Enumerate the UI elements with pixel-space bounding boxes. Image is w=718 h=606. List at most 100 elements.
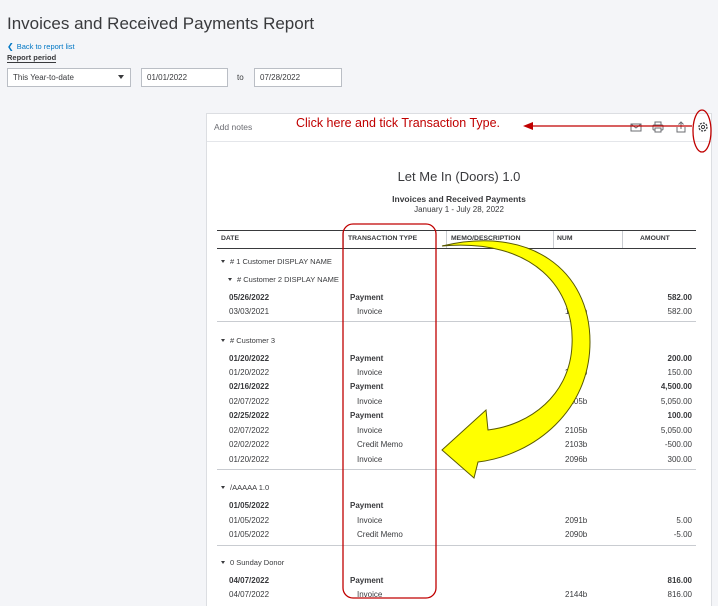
table-row[interactable]: 02/07/2022 Invoice 2105b 5,050.00 — [217, 395, 696, 409]
cell-type[interactable]: Payment — [350, 411, 383, 420]
customer-name: # Customer 2 DISPLAY NAME — [237, 275, 339, 284]
customer-group-header[interactable]: # 1 Customer DISPLAY NAME — [221, 257, 332, 266]
table-row[interactable]: 02/07/2022 Invoice 2105b 5,050.00 — [217, 424, 696, 438]
cell-amount[interactable]: 5,050.00 — [661, 397, 692, 406]
table-row[interactable]: 04/07/2022 Payment 816.00 — [217, 574, 696, 588]
gear-icon[interactable] — [696, 120, 710, 134]
cell-type[interactable]: Payment — [350, 576, 383, 585]
chevron-left-icon: ❮ — [7, 42, 14, 51]
cell-type[interactable]: Invoice — [357, 426, 382, 435]
cell-type[interactable]: Invoice — [357, 368, 382, 377]
table-row[interactable]: 04/07/2022 Invoice 2144b 816.00 — [217, 588, 696, 602]
table-row[interactable]: 01/05/2022 Payment — [217, 499, 696, 513]
cell-amount[interactable]: 582.00 — [668, 307, 692, 316]
cell-amount[interactable]: -5.00 — [674, 530, 692, 539]
table-row[interactable]: 05/26/2022 Payment 582.00 — [217, 291, 696, 305]
cell-num: 2091b — [565, 516, 588, 525]
cell-date[interactable]: 04/07/2022 — [229, 576, 269, 585]
cell-type[interactable]: Credit Memo — [357, 440, 403, 449]
column-header-amount[interactable]: AMOUNT — [640, 235, 670, 242]
customer-group-header[interactable]: 0 Sunday Donor — [221, 558, 284, 567]
cell-date[interactable]: 02/25/2022 — [229, 411, 269, 420]
callout-text: Click here and tick Transaction Type. — [296, 116, 501, 130]
report-date-range: January 1 - July 28, 2022 — [414, 205, 504, 214]
cell-date[interactable]: 02/07/2022 — [229, 426, 269, 435]
cell-date[interactable]: 02/07/2022 — [229, 397, 269, 406]
cell-amount[interactable]: 150.00 — [668, 368, 692, 377]
cell-type[interactable]: Payment — [350, 501, 383, 510]
report-name: Invoices and Received Payments — [392, 194, 526, 204]
cell-type[interactable]: Invoice — [357, 516, 382, 525]
cell-date[interactable]: 02/16/2022 — [229, 382, 269, 391]
export-icon[interactable] — [674, 120, 688, 134]
company-name: Let Me In (Doors) 1.0 — [397, 169, 521, 184]
back-link-label[interactable]: Back to report list — [17, 42, 75, 51]
customer-name: # 1 Customer DISPLAY NAME — [230, 257, 332, 266]
cell-amount[interactable]: 200.00 — [668, 354, 692, 363]
customer-group-header[interactable]: # Customer 3 — [221, 336, 275, 345]
column-header-num[interactable]: NUM — [557, 235, 572, 242]
collapse-toggle-icon[interactable] — [221, 260, 225, 263]
cell-date[interactable]: 01/05/2022 — [229, 530, 269, 539]
column-header-transaction-type[interactable]: TRANSACTION TYPE — [348, 235, 417, 242]
cell-amount[interactable]: 582.00 — [668, 293, 692, 302]
cell-amount[interactable]: 100.00 — [668, 411, 692, 420]
cell-date[interactable]: 05/26/2022 — [229, 293, 269, 302]
table-row[interactable]: 01/05/2022 Invoice 2091b 5.00 — [217, 514, 696, 528]
cell-type[interactable]: Payment — [350, 354, 383, 363]
back-to-report-list-link[interactable]: ❮ Back to report list — [7, 42, 75, 51]
cell-type[interactable]: Invoice — [357, 455, 382, 464]
cell-amount[interactable]: 4,500.00 — [661, 382, 692, 391]
table-row[interactable]: 03/03/2021 Invoice 1982b 582.00 — [217, 305, 696, 319]
column-header-date[interactable]: DATE — [221, 235, 239, 242]
table-row[interactable]: 01/20/2022 Invoice 2096b 300.00 — [217, 453, 696, 467]
cell-amount[interactable]: 816.00 — [668, 576, 692, 585]
cell-amount[interactable]: 816.00 — [668, 590, 692, 599]
column-separator — [553, 231, 554, 248]
cell-type[interactable]: Credit Memo — [357, 530, 403, 539]
table-row[interactable]: 02/25/2022 Payment 100.00 — [217, 409, 696, 423]
cell-date[interactable]: 01/20/2022 — [229, 354, 269, 363]
customer-group-header[interactable]: /AAAAA 1.0 — [221, 483, 269, 492]
cell-amount[interactable]: 5.00 — [676, 516, 692, 525]
table-row[interactable]: 02/16/2022 Payment 4,500.00 — [217, 380, 696, 394]
cell-date[interactable]: 02/02/2022 — [229, 440, 269, 449]
customer-name: 0 Sunday Donor — [230, 558, 285, 567]
cell-date[interactable]: 01/05/2022 — [229, 516, 269, 525]
collapse-toggle-icon[interactable] — [221, 339, 225, 342]
collapse-toggle-icon[interactable] — [221, 486, 225, 489]
table-row[interactable]: 01/20/2022 Payment 200.00 — [217, 352, 696, 366]
cell-type[interactable]: Invoice — [357, 397, 382, 406]
cell-date[interactable]: 04/07/2022 — [229, 590, 269, 599]
cell-amount[interactable]: 300.00 — [668, 455, 692, 464]
column-separator — [622, 231, 623, 248]
cell-amount[interactable]: 5,050.00 — [661, 426, 692, 435]
table-row[interactable]: 02/02/2022 Credit Memo 2103b -500.00 — [217, 438, 696, 452]
page-title: Invoices and Received Payments Report — [7, 14, 315, 33]
customer-subgroup-header[interactable]: # Customer 2 DISPLAY NAME — [228, 275, 339, 284]
column-header-memo[interactable]: MEMO/DESCRIPTION — [451, 235, 520, 242]
table-row[interactable]: 01/05/2022 Credit Memo 2090b -5.00 — [217, 528, 696, 542]
collapse-toggle-icon[interactable] — [221, 561, 225, 564]
add-notes-link[interactable]: Add notes — [214, 122, 252, 132]
date-to-input[interactable]: 07/28/2022 — [254, 68, 342, 87]
cell-type[interactable]: Payment — [350, 382, 383, 391]
collapse-toggle-icon[interactable] — [228, 278, 232, 281]
customer-name: # Customer 3 — [230, 336, 276, 345]
cell-type[interactable]: Invoice — [357, 307, 382, 316]
report-period-label: Report period — [7, 53, 57, 63]
cell-date[interactable]: 01/05/2022 — [229, 501, 269, 510]
print-icon[interactable] — [651, 120, 665, 134]
customer-name: /AAAAA 1.0 — [230, 483, 270, 492]
cell-date[interactable]: 01/20/2022 — [229, 455, 269, 464]
cell-type[interactable]: Payment — [350, 293, 383, 302]
email-icon[interactable] — [629, 120, 643, 134]
column-separator — [446, 231, 447, 248]
cell-type[interactable]: Invoice — [357, 590, 382, 599]
report-period-select[interactable]: This Year-to-date — [7, 68, 131, 87]
table-row[interactable]: 01/20/2022 Invoice 2095b 150.00 — [217, 366, 696, 380]
cell-date[interactable]: 01/20/2022 — [229, 368, 269, 377]
cell-date[interactable]: 03/03/2021 — [229, 307, 269, 316]
date-from-input[interactable]: 01/01/2022 — [141, 68, 228, 87]
cell-amount[interactable]: -500.00 — [665, 440, 692, 449]
